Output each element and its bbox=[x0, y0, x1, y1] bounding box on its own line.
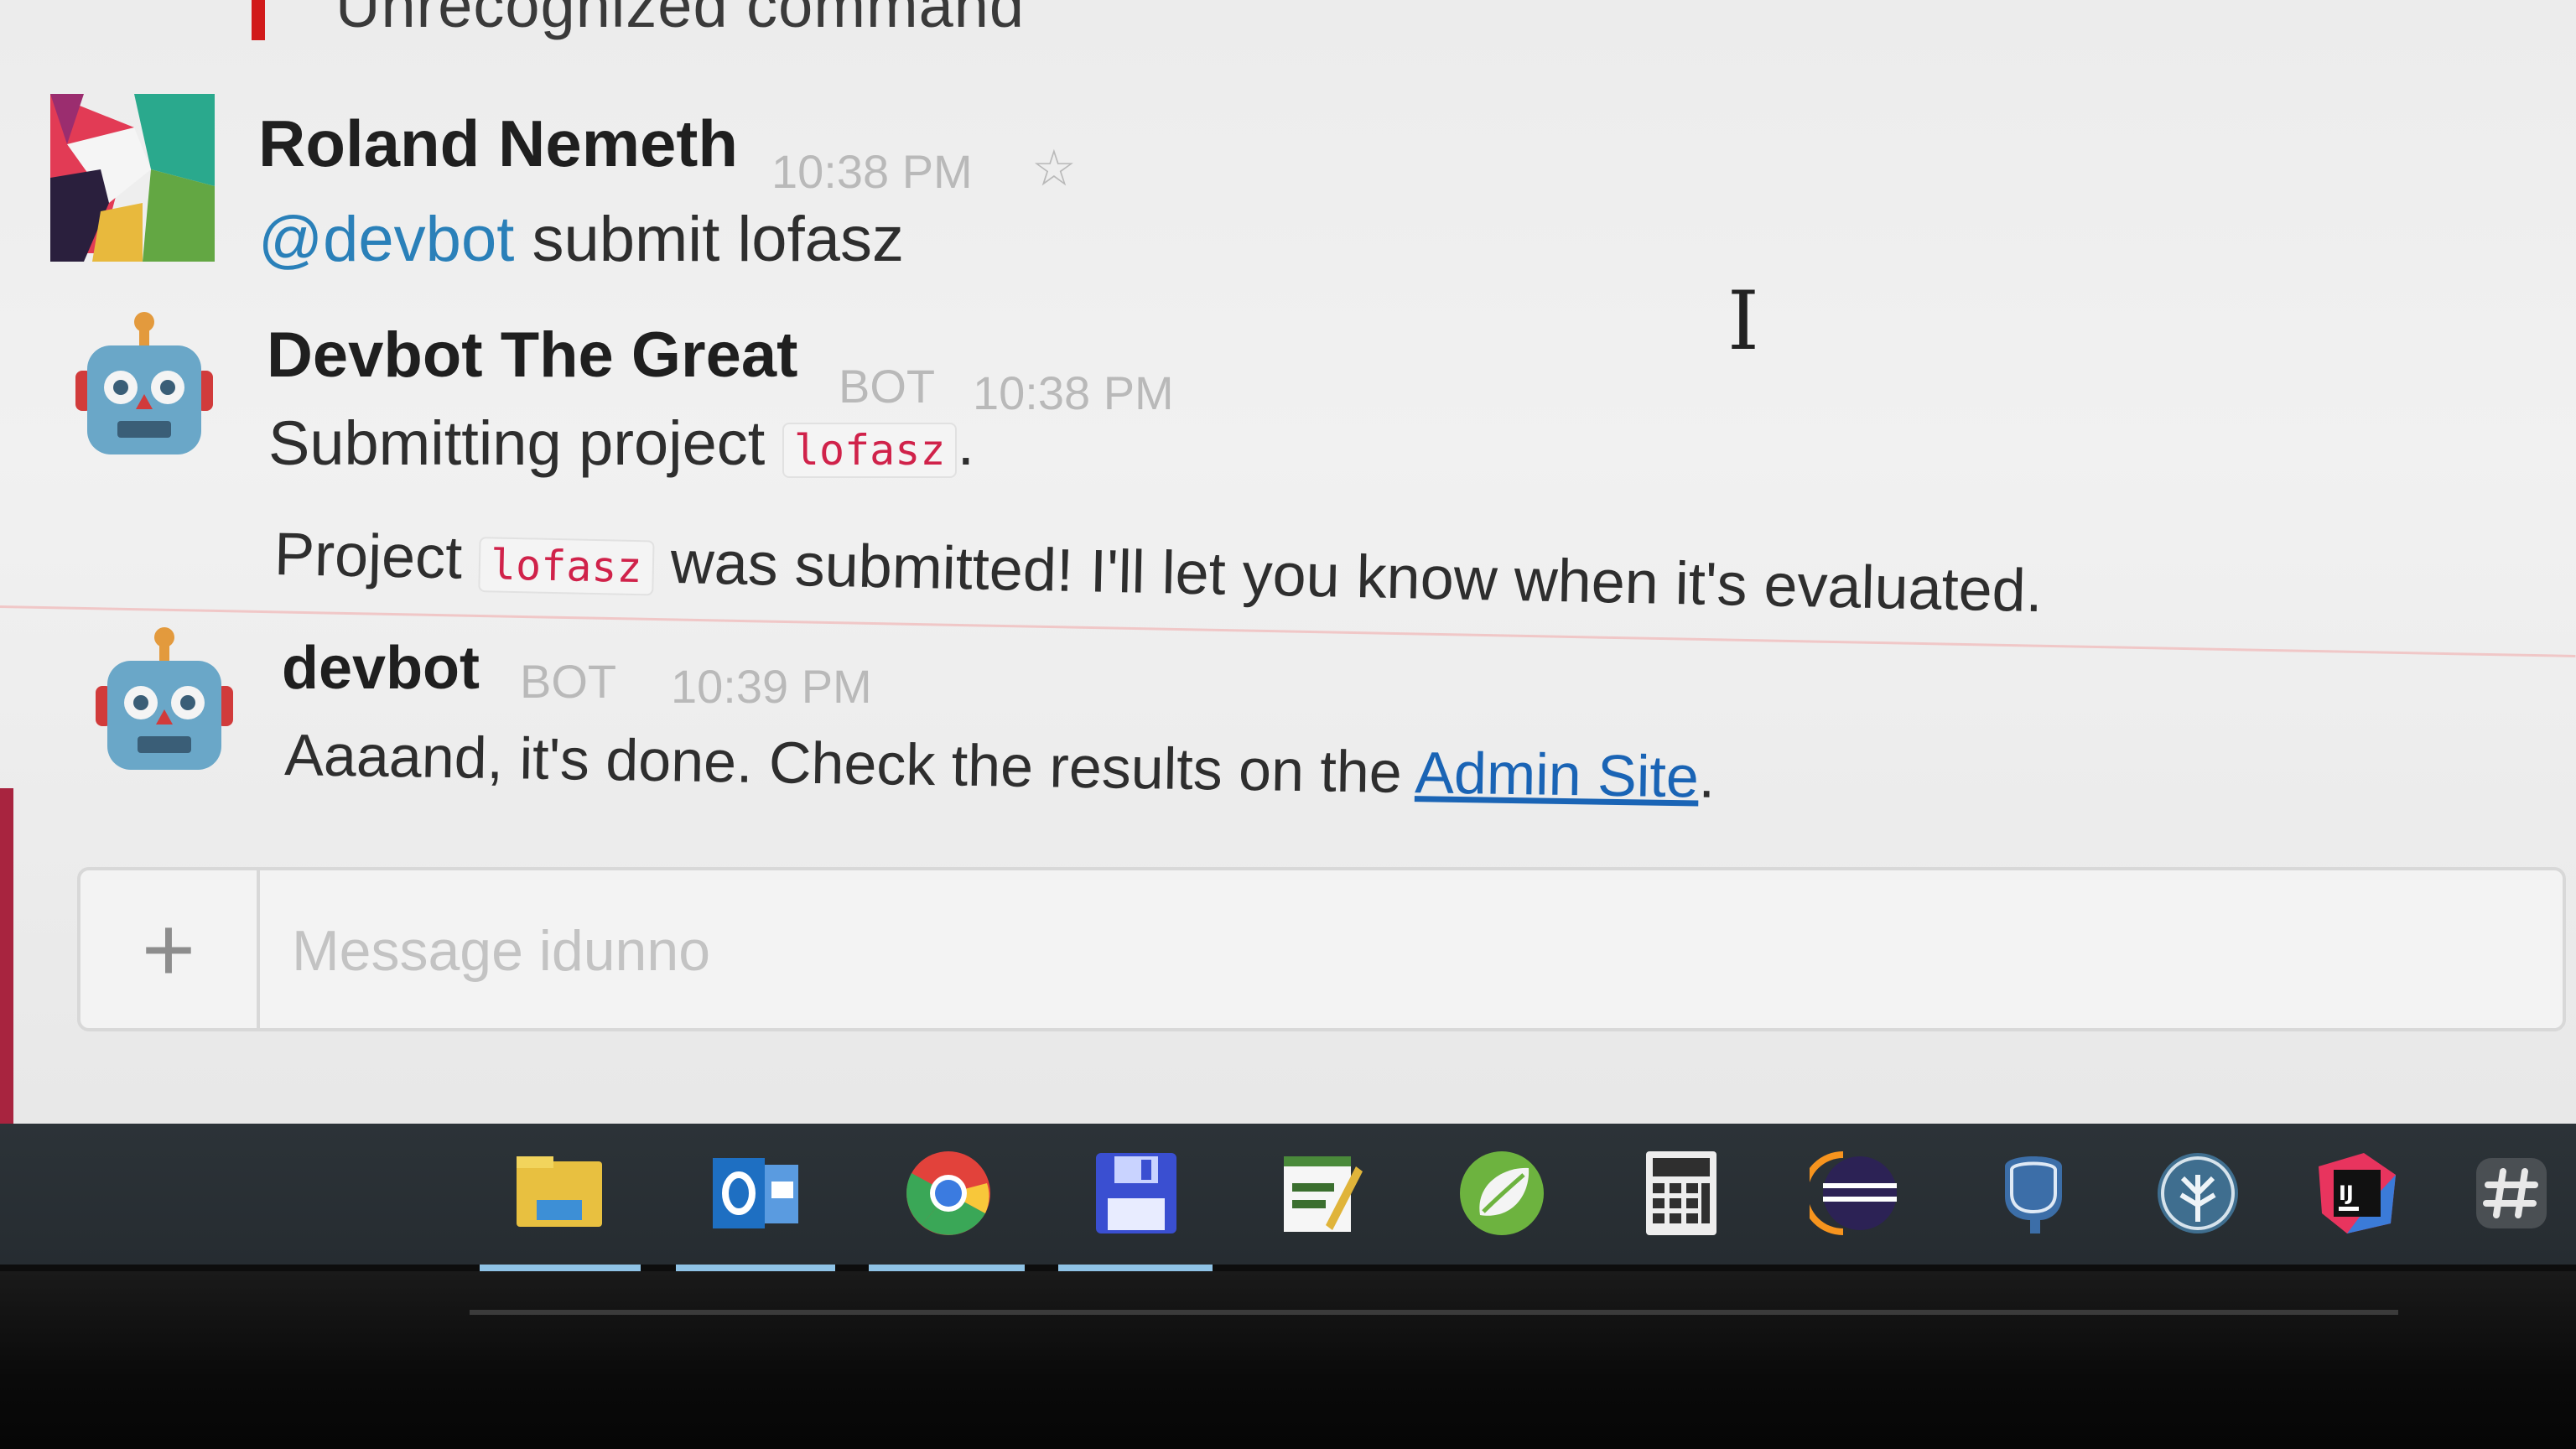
author-name[interactable]: Devbot The Great bbox=[267, 319, 797, 392]
bot-badge: BOT bbox=[520, 655, 617, 708]
running-indicator bbox=[869, 1265, 1025, 1271]
unread-marker bbox=[252, 0, 265, 40]
bezel-edge bbox=[470, 1310, 2398, 1315]
running-indicator bbox=[480, 1265, 641, 1271]
spring-leaf-icon[interactable] bbox=[1456, 1147, 1548, 1239]
inline-code: lofasz bbox=[782, 423, 958, 478]
slack-icon[interactable] bbox=[2465, 1147, 2558, 1239]
author-name[interactable]: devbot bbox=[282, 634, 480, 703]
tree-app-icon[interactable] bbox=[2152, 1147, 2244, 1239]
user-mention[interactable]: @devbot bbox=[258, 204, 514, 275]
text-cursor-icon: I bbox=[1727, 274, 1759, 368]
previous-message-text: Unrecognized command bbox=[335, 0, 1026, 40]
message-line: Project lofasz was submitted! I'll let y… bbox=[273, 520, 2044, 626]
bot-badge: BOT bbox=[839, 360, 936, 413]
star-outline-icon[interactable]: ☆ bbox=[1031, 139, 1077, 198]
monitor-bezel bbox=[0, 1271, 2576, 1449]
save-floppy-icon[interactable] bbox=[1090, 1147, 1182, 1239]
postgresql-elephant-icon[interactable] bbox=[1987, 1147, 2080, 1239]
admin-site-link[interactable]: Admin Site bbox=[1415, 740, 1700, 809]
message-body: @devbot submit lofasz bbox=[258, 204, 904, 275]
message-line: Submitting project lofasz. bbox=[268, 408, 975, 478]
running-indicator bbox=[1058, 1265, 1213, 1271]
slack-window: Unrecognized command Roland Nemeth 10:38… bbox=[0, 0, 2576, 1124]
message-timestamp[interactable]: 10:39 PM bbox=[671, 659, 872, 714]
attach-plus-button[interactable]: + bbox=[80, 870, 260, 1028]
bot-avatar[interactable] bbox=[89, 626, 240, 776]
message-timestamp[interactable]: 10:38 PM bbox=[973, 366, 1174, 420]
eclipse-icon[interactable] bbox=[1810, 1147, 1902, 1239]
sidebar-edge bbox=[0, 788, 13, 1124]
intellij-icon[interactable]: IJ bbox=[2311, 1147, 2403, 1239]
user-avatar[interactable] bbox=[50, 94, 215, 262]
outlook-icon[interactable] bbox=[709, 1147, 802, 1239]
calculator-icon[interactable] bbox=[1635, 1147, 1727, 1239]
message-timestamp[interactable]: 10:38 PM bbox=[771, 144, 973, 199]
chrome-icon[interactable] bbox=[902, 1147, 995, 1239]
file-explorer-icon[interactable] bbox=[513, 1147, 605, 1239]
svg-text:IJ: IJ bbox=[2339, 1182, 2354, 1205]
message-composer: + bbox=[77, 867, 2566, 1031]
windows-taskbar: IJ bbox=[0, 1124, 2576, 1265]
running-indicator bbox=[676, 1265, 835, 1271]
bot-avatar[interactable] bbox=[69, 310, 220, 461]
author-name[interactable]: Roland Nemeth bbox=[258, 106, 738, 182]
notes-editor-icon[interactable] bbox=[1273, 1147, 1365, 1239]
message-body: Aaaand, it's done. Check the results on … bbox=[283, 721, 1716, 810]
message-input[interactable] bbox=[290, 904, 2474, 998]
inline-code: lofasz bbox=[478, 537, 655, 596]
